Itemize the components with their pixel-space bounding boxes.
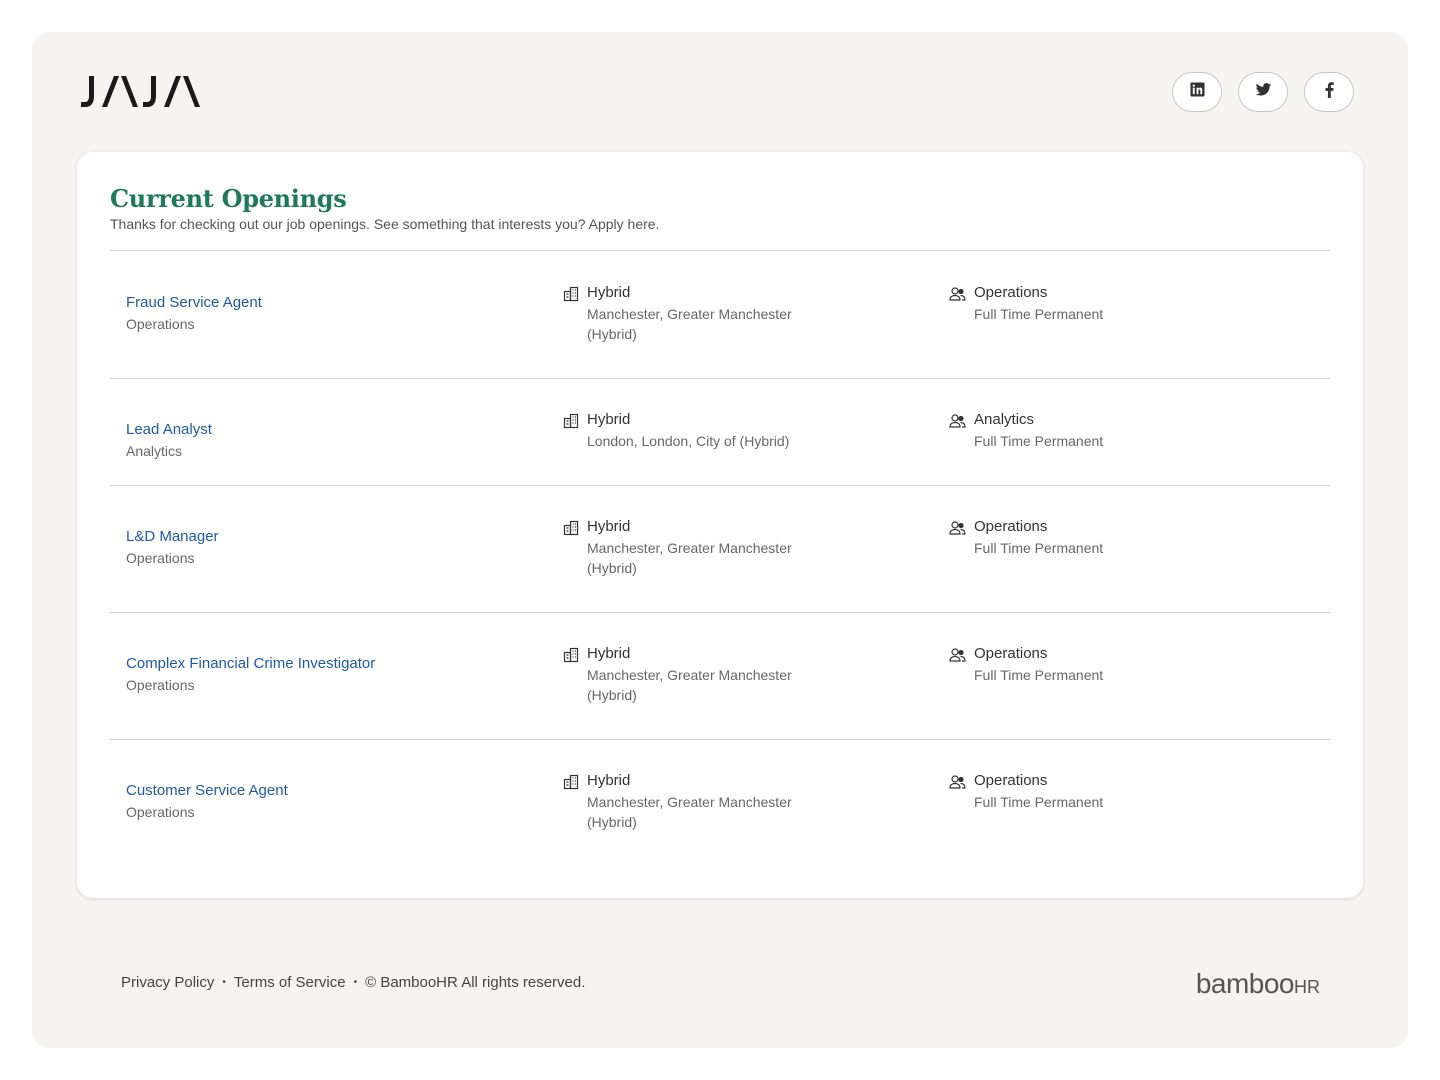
page-subtitle: Thanks for checking out our job openings… bbox=[110, 216, 660, 232]
job-title-link[interactable]: Fraud Service Agent bbox=[126, 294, 262, 311]
job-row[interactable]: Complex Financial Crime Investigator Ope… bbox=[110, 612, 1330, 739]
job-title-link[interactable]: Lead Analyst bbox=[126, 421, 212, 438]
people-icon bbox=[949, 413, 966, 429]
location-type: Hybrid bbox=[587, 518, 631, 535]
job-row[interactable]: Fraud Service Agent Operations Hybrid Ma… bbox=[110, 251, 1330, 378]
job-title-link[interactable]: Customer Service Agent bbox=[126, 782, 288, 799]
people-icon bbox=[949, 286, 966, 302]
location-detail: Manchester, Greater Manchester (Hybrid) bbox=[587, 792, 792, 832]
bamboohr-logo[interactable]: bambooHR bbox=[1196, 968, 1320, 1000]
location-type: Hybrid bbox=[587, 411, 631, 428]
building-icon bbox=[563, 286, 579, 302]
twitter-button[interactable] bbox=[1238, 72, 1288, 112]
copyright-text: © BambooHR All rights reserved. bbox=[365, 974, 586, 991]
job-title-link[interactable]: L&D Manager bbox=[126, 528, 219, 545]
job-department: Operations bbox=[126, 550, 195, 566]
page-frame: Current Openings Thanks for checking out… bbox=[32, 32, 1408, 1048]
location-detail: Manchester, Greater Manchester (Hybrid) bbox=[587, 538, 792, 578]
job-department: Operations bbox=[126, 316, 195, 332]
terms-of-service-link[interactable]: Terms of Service bbox=[234, 974, 346, 991]
job-department: Analytics bbox=[126, 443, 183, 459]
location-line-2: (Hybrid) bbox=[587, 814, 637, 830]
facebook-icon bbox=[1325, 81, 1334, 103]
twitter-icon bbox=[1255, 82, 1272, 102]
people-icon bbox=[949, 520, 966, 536]
job-row[interactable]: L&D Manager Operations Hybrid Manchester… bbox=[110, 485, 1330, 612]
location-line-2: (Hybrid) bbox=[587, 560, 637, 576]
team-name: Analytics bbox=[974, 411, 1035, 428]
team-name: Operations bbox=[974, 284, 1048, 301]
job-title-link[interactable]: Complex Financial Crime Investigator bbox=[126, 655, 375, 672]
team-name: Operations bbox=[974, 772, 1048, 789]
job-row[interactable]: Lead Analyst Analytics Hybrid London, Lo… bbox=[110, 378, 1330, 485]
people-icon bbox=[949, 774, 966, 790]
team-name: Operations bbox=[974, 518, 1048, 535]
bamboohr-logo-main: bamboo bbox=[1195, 968, 1295, 999]
location-type: Hybrid bbox=[587, 284, 631, 301]
jaja-logo[interactable] bbox=[80, 72, 212, 112]
job-department: Operations bbox=[126, 677, 195, 693]
building-icon bbox=[563, 413, 579, 429]
employment-type: Full Time Permanent bbox=[974, 540, 1104, 556]
employment-type: Full Time Permanent bbox=[974, 433, 1104, 449]
bamboohr-logo-suffix: HR bbox=[1294, 977, 1320, 997]
building-icon bbox=[563, 647, 579, 663]
location-line-1: Manchester, Greater Manchester bbox=[587, 306, 792, 322]
linkedin-button[interactable] bbox=[1172, 72, 1222, 112]
location-type: Hybrid bbox=[587, 772, 631, 789]
employment-type: Full Time Permanent bbox=[974, 306, 1104, 322]
employment-type: Full Time Permanent bbox=[974, 794, 1104, 810]
location-line-2: (Hybrid) bbox=[587, 687, 637, 703]
location-detail: Manchester, Greater Manchester (Hybrid) bbox=[587, 304, 792, 344]
location-line-2: (Hybrid) bbox=[587, 326, 637, 342]
page-title: Current Openings bbox=[110, 184, 347, 213]
employment-type: Full Time Permanent bbox=[974, 667, 1104, 683]
building-icon bbox=[563, 520, 579, 536]
footer-links: Privacy Policy • Terms of Service • © Ba… bbox=[121, 974, 585, 991]
people-icon bbox=[949, 647, 966, 663]
location-type: Hybrid bbox=[587, 645, 631, 662]
location-detail: London, London, City of (Hybrid) bbox=[587, 431, 789, 451]
location-line-1: Manchester, Greater Manchester bbox=[587, 540, 792, 556]
privacy-policy-link[interactable]: Privacy Policy bbox=[121, 974, 214, 991]
facebook-button[interactable] bbox=[1304, 72, 1354, 112]
separator: • bbox=[222, 977, 226, 988]
job-row[interactable]: Customer Service Agent Operations Hybrid… bbox=[110, 739, 1330, 866]
location-detail: Manchester, Greater Manchester (Hybrid) bbox=[587, 665, 792, 705]
location-line-1: Manchester, Greater Manchester bbox=[587, 794, 792, 810]
social-links bbox=[1172, 72, 1354, 112]
separator: • bbox=[353, 977, 358, 988]
job-department: Operations bbox=[126, 804, 195, 820]
location-line-1: London, London, City of (Hybrid) bbox=[587, 433, 790, 449]
building-icon bbox=[563, 774, 579, 790]
team-name: Operations bbox=[974, 645, 1048, 662]
linkedin-icon bbox=[1189, 82, 1205, 102]
openings-card: Current Openings Thanks for checking out… bbox=[77, 152, 1363, 898]
location-line-1: Manchester, Greater Manchester bbox=[587, 667, 792, 683]
